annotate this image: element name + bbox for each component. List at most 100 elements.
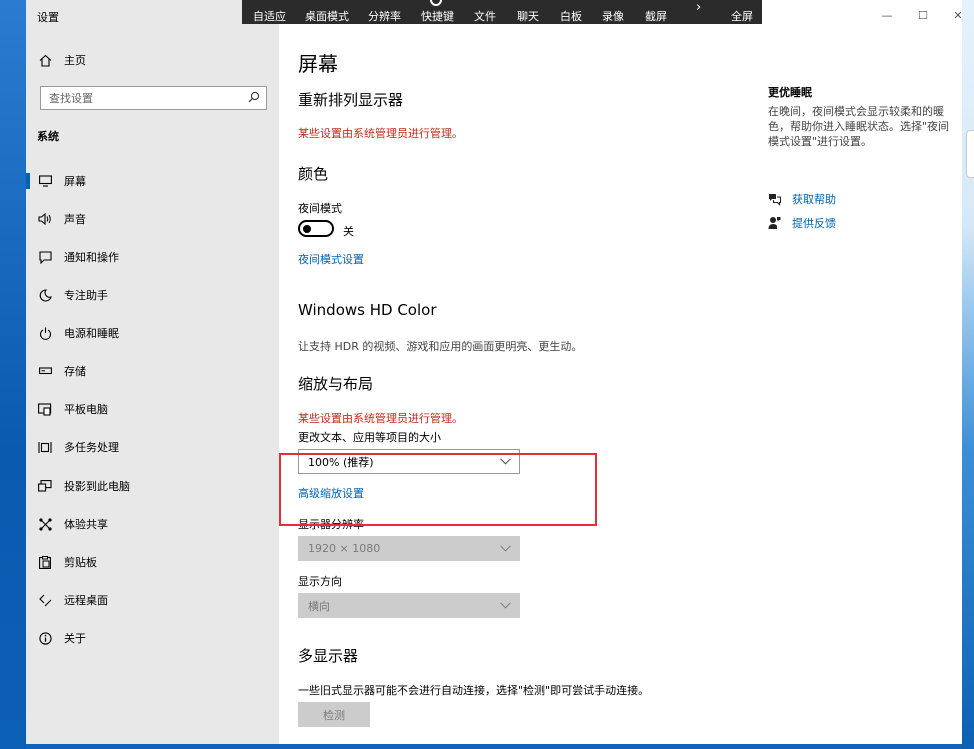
toolbar-screenshot[interactable]: 截屏 — [645, 8, 667, 24]
sidebar-item-label: 远程桌面 — [64, 594, 108, 607]
sidebar-section-label: 系统 — [37, 130, 59, 143]
project-icon — [38, 479, 52, 493]
toolbar-desktop-mode[interactable]: 桌面模式 — [305, 8, 349, 24]
minimize-button[interactable]: — — [877, 6, 897, 24]
sidebar-item-display[interactable]: 屏幕 — [26, 167, 279, 195]
toolbar-shortcuts[interactable]: 快捷键 — [421, 8, 454, 24]
scale-size-label: 更改文本、应用等项目的大小 — [298, 431, 441, 444]
sidebar-item-sound[interactable]: 声音 — [26, 205, 279, 233]
color-heading: 颜色 — [298, 165, 329, 183]
clipboard-icon — [38, 555, 52, 569]
feedback-label: 提供反馈 — [792, 217, 836, 230]
sidebar-item-about[interactable]: 关于 — [26, 624, 279, 652]
sidebar-item-label: 剪贴板 — [64, 556, 97, 569]
multitask-icon — [38, 440, 52, 454]
settings-window: 设置 主页 系统 屏幕 声音 — [26, 0, 962, 744]
sidebar-item-label: 屏幕 — [64, 175, 86, 188]
chevron-down-icon — [500, 599, 511, 612]
related-description: 在晚间，夜间模式会显示较柔和的暖色，帮助你进入睡眠状态。选择"夜间模式设置"进行… — [768, 105, 950, 148]
window-edge-tab — [966, 130, 974, 178]
search-icon[interactable] — [248, 91, 260, 106]
keyboard-icon — [430, 0, 442, 6]
sidebar-item-remote-desktop[interactable]: 远程桌面 — [26, 586, 279, 614]
get-help-label: 获取帮助 — [792, 193, 836, 206]
notification-icon — [38, 250, 52, 264]
sidebar-item-label: 关于 — [64, 632, 86, 645]
toggle-knob — [303, 224, 311, 233]
resolution-dropdown[interactable]: 1920 × 1080 — [298, 536, 520, 561]
remote-toolbar: 自适应 桌面模式 分辨率 快捷键 文件 聊天 白板 录像 截屏 › 全屏 — [242, 0, 762, 24]
sidebar-item-multitasking[interactable]: 多任务处理 — [26, 433, 279, 461]
night-light-label: 夜间模式 — [298, 202, 342, 215]
rearrange-heading: 重新排列显示器 — [298, 91, 404, 109]
scale-heading: 缩放与布局 — [298, 375, 374, 393]
toolbar-adaptive[interactable]: 自适应 — [253, 8, 286, 24]
maximize-button[interactable]: ☐ — [913, 6, 933, 24]
sidebar-item-project[interactable]: 投影到此电脑 — [26, 472, 279, 500]
sidebar-item-shared-experiences[interactable]: 体验共享 — [26, 510, 279, 538]
sidebar-item-label: 平板电脑 — [64, 403, 108, 416]
tablet-icon — [38, 402, 52, 416]
search-input[interactable] — [49, 91, 229, 105]
sidebar-item-clipboard[interactable]: 剪贴板 — [26, 548, 279, 576]
toolbar-fullscreen[interactable]: 全屏 — [731, 8, 753, 24]
home-icon — [38, 53, 52, 67]
toolbar-whiteboard[interactable]: 白板 — [560, 8, 582, 24]
sidebar-item-label: 专注助手 — [64, 289, 108, 302]
sidebar-item-label: 声音 — [64, 213, 86, 226]
advanced-scaling-link[interactable]: 高级缩放设置 — [298, 485, 364, 501]
sidebar-item-storage[interactable]: 存储 — [26, 357, 279, 385]
sidebar-item-tablet[interactable]: 平板电脑 — [26, 395, 279, 423]
close-button[interactable]: ✕ — [948, 6, 962, 24]
remote-icon — [38, 593, 52, 607]
sidebar-item-label: 多任务处理 — [64, 441, 119, 454]
chevron-down-icon — [500, 542, 511, 555]
sidebar-item-label: 通知和操作 — [64, 251, 119, 264]
resolution-label: 显示器分辨率 — [298, 518, 364, 531]
desktop-background-left — [0, 0, 26, 749]
multi-display-heading: 多显示器 — [298, 647, 359, 665]
scale-dropdown-value: 100% (推荐) — [308, 455, 374, 469]
orientation-dropdown[interactable]: 横向 — [298, 593, 520, 618]
sidebar-item-label: 存储 — [64, 365, 86, 378]
moon-icon — [38, 288, 52, 302]
detect-button[interactable]: 检测 — [298, 702, 370, 727]
monitor-icon — [38, 174, 52, 188]
night-light-toggle[interactable] — [298, 220, 334, 237]
share-icon — [38, 517, 52, 531]
window-title: 设置 — [37, 11, 59, 24]
get-help-link[interactable]: 获取帮助 — [766, 191, 836, 207]
hdr-heading: Windows HD Color — [298, 301, 437, 319]
night-light-settings-link[interactable]: 夜间模式设置 — [298, 251, 364, 267]
toolbar-more-chevron[interactable]: › — [696, 0, 701, 15]
page-title: 屏幕 — [298, 52, 338, 76]
night-light-state: 关 — [343, 225, 354, 238]
related-title: 更优睡眠 — [768, 86, 812, 99]
resolution-dropdown-value: 1920 × 1080 — [308, 542, 381, 555]
display-settings-page: 屏幕 重新排列显示器 某些设置由系统管理员进行管理。 颜色 夜间模式 关 夜间模… — [279, 0, 962, 744]
orientation-dropdown-value: 横向 — [308, 599, 330, 613]
multi-display-description: 一些旧式显示器可能不会进行自动连接，选择"检测"即可尝试手动连接。 — [298, 684, 650, 697]
search-box[interactable] — [40, 86, 267, 110]
storage-icon — [38, 364, 52, 378]
chevron-down-icon — [500, 455, 511, 468]
sidebar-item-label: 主页 — [64, 54, 86, 67]
toolbar-chat[interactable]: 聊天 — [517, 8, 539, 24]
toolbar-resolution[interactable]: 分辨率 — [368, 8, 401, 24]
info-icon — [38, 631, 52, 645]
scale-dropdown[interactable]: 100% (推荐) — [298, 449, 520, 474]
feedback-icon — [766, 215, 782, 231]
sidebar-item-power[interactable]: 电源和睡眠 — [26, 319, 279, 347]
toolbar-files[interactable]: 文件 — [474, 8, 496, 24]
sidebar-item-focus-assist[interactable]: 专注助手 — [26, 281, 279, 309]
managed-warning: 某些设置由系统管理员进行管理。 — [298, 412, 463, 425]
sidebar-item-notifications[interactable]: 通知和操作 — [26, 243, 279, 271]
sidebar-item-label: 投影到此电脑 — [64, 480, 130, 493]
power-icon — [38, 326, 52, 340]
sidebar-item-home[interactable]: 主页 — [26, 46, 279, 74]
hdr-description: 让支持 HDR 的视频、游戏和应用的画面更明亮、更生动。 — [298, 340, 583, 353]
feedback-link[interactable]: 提供反馈 — [766, 215, 836, 231]
speaker-icon — [38, 212, 52, 226]
chat-help-icon — [766, 191, 782, 207]
toolbar-record[interactable]: 录像 — [602, 8, 624, 24]
